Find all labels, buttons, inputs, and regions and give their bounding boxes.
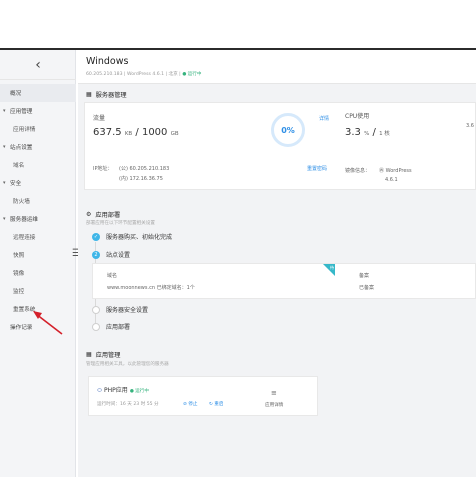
check-icon: ✓ [92, 232, 100, 241]
sidebar-item-label: 服务器运维 [10, 217, 38, 223]
sidebar-item[interactable]: ▾ 应用管理 [0, 102, 76, 120]
page-title: Windows [86, 56, 129, 67]
step-1[interactable]: ✓ 服务器购买、初始化完成 [92, 232, 172, 241]
sidebar-item[interactable]: 操作记录 [0, 318, 76, 336]
sidebar-item-label: 域名 [13, 163, 25, 169]
php-icon: ⬭ [97, 387, 105, 394]
step-2[interactable]: 2 站点设置 [92, 250, 130, 259]
app-runtime: 运行时间：16 天 23 时 55 分 [97, 402, 159, 407]
sidebar-item-label: 应用详情 [13, 127, 36, 133]
caret-down-icon: ▾ [3, 216, 6, 222]
sidebar-item-label: 应用管理 [10, 109, 33, 115]
app-status-badge: ● 运行中 [129, 389, 149, 394]
step-3[interactable]: 服务器安全设置 [92, 305, 148, 314]
sidebar-item[interactable]: 镜像 [0, 264, 76, 282]
sidebar-nav: 概况 ▾ 应用管理应用详情 ▾ 站点设置域名 ▾ 安全防火墙 ▾ 服务器运维远程连接快照镜像监控… [0, 84, 76, 336]
app-mgmt-desc: 管理应用相关工具，以此管理您的服务器 [86, 362, 169, 367]
sidebar-item-label: 操作记录 [10, 325, 33, 331]
step-4[interactable]: 应用部署 [92, 322, 130, 331]
step-number-icon: 2 [92, 250, 100, 259]
site-settings-card: 域名 www.moonnews.cn 已绑定域名：1个 待 备案 已备案 [92, 263, 476, 299]
main-panel: Windows 60.205.210.183 | WordPress 4.6.1… [78, 50, 476, 477]
app-detail-link[interactable]: 应用详情 [265, 402, 283, 408]
ip-private: (内) 172.16.36.75 [119, 176, 163, 182]
traffic-value: 637.5 KB / 1000 GB [93, 127, 179, 138]
instance-subtitle: 60.205.210.183 | WordPress 4.6.1 | 北京 | … [86, 72, 202, 77]
sidebar-item[interactable]: ▾ 服务器运维 [0, 210, 76, 228]
step-pending-icon [92, 305, 100, 314]
list-icon[interactable]: ≡ [271, 389, 277, 397]
sidebar-item-label: 监控 [13, 289, 25, 295]
sidebar-item-label: 站点设置 [10, 145, 33, 151]
sidebar-item-label: 快照 [13, 253, 25, 259]
page-header: Windows 60.205.210.183 | WordPress 4.6.1… [78, 50, 476, 84]
sidebar-item[interactable]: 应用详情 [0, 120, 76, 138]
cpu-label: CPU使用 [345, 113, 370, 120]
sidebar-item[interactable]: 快照 [0, 246, 76, 264]
gear-icon: ⚙ [86, 211, 92, 218]
sidebar-item[interactable]: ▾ 站点设置 [0, 138, 76, 156]
domain-value: www.moonnews.cn 已绑定域名：1个 [107, 285, 195, 291]
flag-text: 待 [330, 265, 334, 270]
truncated-metric: 3.6 [466, 123, 474, 129]
server-mgmt-card: 流量 637.5 KB / 1000 GB 0% 详情 CPU使用 3.3 % … [84, 102, 476, 190]
sidebar-item-label: 重置系统 [13, 307, 36, 313]
sidebar: ‹ 概况 ▾ 应用管理应用详情 ▾ 站点设置域名 ▾ 安全防火墙 ▾ 服务器运维远程连接快照镜像… [0, 50, 76, 477]
sidebar-item[interactable]: 域名 [0, 156, 76, 174]
wordpress-icon: Ⓦ [379, 168, 386, 174]
sidebar-item[interactable]: 概况 [0, 84, 76, 102]
cpu-value: 3.3 % / 1 核 [345, 127, 390, 138]
domain-label: 域名 [107, 273, 118, 279]
app-name: ⬭ PHP应用 ● 运行中 [97, 387, 149, 394]
ip-label: IP地址： [93, 166, 113, 172]
stop-button[interactable]: ⊘ 停止 [183, 401, 198, 407]
step-pending-icon [92, 322, 100, 331]
backup-label: 备案 [359, 273, 370, 279]
sidebar-item[interactable]: 监控 [0, 282, 76, 300]
traffic-ring: 0% [271, 113, 305, 147]
image-info-name: Ⓦ WordPress [379, 168, 412, 174]
app-mgmt-title: ▦ 应用管理 [86, 351, 121, 359]
image-info-label: 镜像信息： [345, 168, 371, 174]
image-info-version: 4.6.1 [385, 177, 398, 183]
app-card: ⬭ PHP应用 ● 运行中 运行时间：16 天 23 时 55 分 ⊘ 停止 ↻… [88, 376, 318, 416]
status-badge: ● 运行中 [182, 72, 202, 77]
sidebar-item-label: 安全 [10, 181, 22, 187]
collapse-sidebar-button[interactable]: ‹ [0, 50, 76, 80]
sidebar-item[interactable]: 重置系统 [0, 300, 76, 318]
caret-down-icon: ▾ [3, 180, 6, 186]
grid-icon: ▦ [86, 91, 92, 98]
caret-down-icon: ▾ [3, 144, 6, 150]
detail-link[interactable]: 详情 [319, 115, 329, 122]
backup-value: 已备案 [359, 285, 375, 291]
sidebar-item-label: 概况 [10, 91, 22, 97]
ip-public: (公) 60.205.210.183 [119, 166, 170, 172]
sidebar-item-label: 防火墙 [13, 199, 30, 205]
deploy-title: ⚙ 应用部署 [86, 211, 121, 219]
top-bar [0, 0, 476, 48]
sidebar-item[interactable]: ▾ 安全 [0, 174, 76, 192]
sidebar-item-label: 远程连接 [13, 235, 36, 241]
deploy-desc: 部署应用在以下环节配置相关设置 [86, 221, 155, 226]
chevron-left-icon: ‹ [35, 56, 41, 73]
restart-button[interactable]: ↻ 重启 [209, 401, 224, 407]
reset-password-link[interactable]: 重置密码 [307, 165, 327, 172]
apps-icon: ▦ [86, 351, 92, 358]
sidebar-item[interactable]: 防火墙 [0, 192, 76, 210]
sidebar-item-label: 镜像 [13, 271, 25, 277]
server-mgmt-title: ▦ 服务器管理 [86, 91, 127, 99]
sidebar-item[interactable]: 远程连接 [0, 228, 76, 246]
caret-down-icon: ▾ [3, 108, 6, 114]
traffic-label: 流量 [93, 115, 106, 122]
